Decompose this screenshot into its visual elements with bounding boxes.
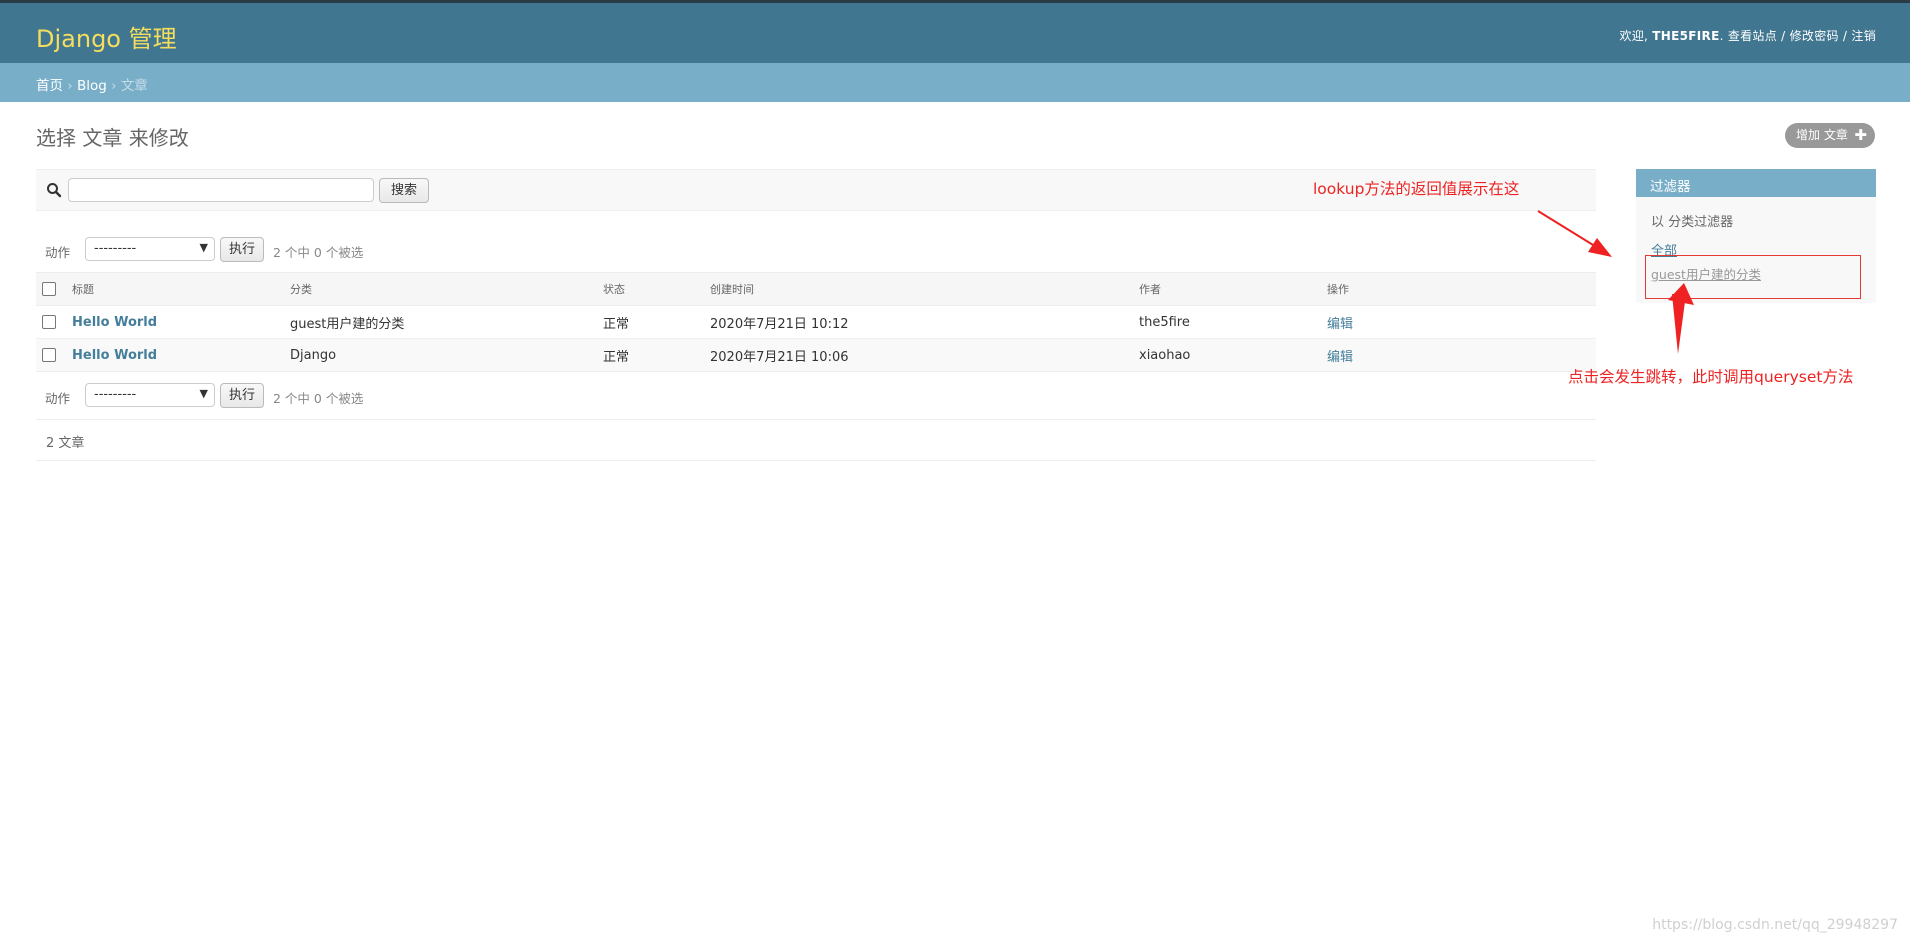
action-selected-option: --------- — [94, 387, 137, 402]
user-tools: 欢迎, THE5FIRE. 查看站点 / 修改密码 / 注销 — [1619, 29, 1876, 43]
edit-link[interactable]: 编辑 — [1327, 317, 1353, 332]
filter-subtitle: 以 分类过滤器 — [1651, 215, 1734, 230]
annotation-click-note: 点击会发生跳转，此时调用queryset方法 — [1568, 368, 1854, 386]
article-title-link[interactable]: Hello World — [72, 348, 157, 363]
column-header-operation: 操作 — [1321, 272, 1596, 306]
annotation-arrows — [1537, 210, 1694, 354]
results-table: 标题 分类 状态 创建时间 作者 操作 Hello World guest用户建… — [36, 272, 1596, 372]
actions-bar-bottom: 动作 --------- ▼ 执行 2 个中 0 个被选 — [36, 381, 1596, 411]
select-all-checkbox[interactable] — [42, 282, 56, 296]
welcome-text: 欢迎, — [1619, 29, 1649, 43]
column-header-category[interactable]: 分类 — [284, 272, 597, 306]
article-created: 2020年7月21日 10:06 — [704, 338, 1133, 372]
action-counter: 2 个中 0 个被选 — [273, 245, 364, 260]
annotation-highlight-box — [1645, 255, 1861, 299]
table-header-row: 标题 分类 状态 创建时间 作者 操作 — [36, 272, 1596, 306]
article-author: the5fire — [1133, 305, 1321, 339]
watermark: https://blog.csdn.net/qq_29948297 — [1652, 917, 1898, 933]
table-row: Hello World Django 正常 2020年7月21日 10:06 x… — [36, 338, 1596, 372]
chevron-down-icon: ▼ — [199, 387, 208, 400]
row-select-cell[interactable] — [36, 338, 66, 372]
table-row: Hello World guest用户建的分类 正常 2020年7月21日 10… — [36, 305, 1596, 339]
column-header-created[interactable]: 创建时间 — [704, 272, 1133, 306]
article-category: guest用户建的分类 — [284, 305, 597, 339]
annotation-lookup-note: lookup方法的返回值展示在这 — [1313, 180, 1520, 198]
header: Django 管理 欢迎, THE5FIRE. 查看站点 / 修改密码 / 注销 — [0, 0, 1910, 63]
action-label: 动作 — [45, 245, 71, 260]
article-title-link[interactable]: Hello World — [72, 315, 157, 330]
article-category: Django — [284, 338, 597, 372]
breadcrumb-home[interactable]: 首页 — [36, 78, 63, 94]
page-title: 选择 文章 来修改 — [36, 126, 189, 150]
action-counter: 2 个中 0 个被选 — [273, 391, 364, 406]
action-selected-option: --------- — [94, 241, 137, 256]
search-icon — [47, 183, 62, 198]
logout-link[interactable]: 注销 — [1851, 29, 1876, 43]
column-header-title[interactable]: 标题 — [66, 272, 284, 306]
breadcrumb-app[interactable]: Blog — [77, 78, 107, 94]
filter-title: 过滤器 — [1636, 169, 1876, 197]
username: THE5FIRE — [1652, 29, 1720, 43]
action-go-button[interactable]: 执行 — [220, 383, 264, 408]
plus-icon: ✚ — [1854, 126, 1867, 144]
edit-link[interactable]: 编辑 — [1327, 350, 1353, 365]
paginator: 2 文章 — [36, 419, 1596, 461]
view-site-link[interactable]: 查看站点 — [1728, 29, 1777, 43]
change-password-link[interactable]: 修改密码 — [1790, 29, 1839, 43]
search-button[interactable]: 搜索 — [379, 178, 429, 203]
search-input[interactable] — [68, 178, 374, 202]
article-author: xiaohao — [1133, 338, 1321, 372]
action-go-button[interactable]: 执行 — [220, 237, 264, 262]
action-label: 动作 — [45, 391, 71, 406]
separator: . — [1719, 29, 1724, 43]
action-select[interactable]: --------- ▼ — [85, 383, 215, 407]
chevron-down-icon: ▼ — [199, 241, 208, 254]
column-header-status[interactable]: 状态 — [597, 272, 704, 306]
article-status: 正常 — [597, 338, 704, 372]
actions-bar-top: 动作 --------- ▼ 执行 2 个中 0 个被选 — [36, 235, 1596, 265]
select-all-header[interactable] — [36, 272, 66, 306]
breadcrumb: 首页 › Blog › 文章 — [0, 63, 1910, 102]
add-article-button[interactable]: 增加 文章 ✚ — [1785, 123, 1875, 148]
column-header-author[interactable]: 作者 — [1133, 272, 1321, 306]
article-created: 2020年7月21日 10:12 — [704, 305, 1133, 339]
row-select-cell[interactable] — [36, 305, 66, 339]
site-branding[interactable]: Django 管理 — [36, 19, 177, 54]
row-checkbox[interactable] — [42, 348, 56, 362]
action-select[interactable]: --------- ▼ — [85, 237, 215, 261]
article-status: 正常 — [597, 305, 704, 339]
breadcrumb-current: 文章 — [120, 78, 148, 94]
add-article-label: 增加 文章 — [1796, 128, 1848, 142]
row-checkbox[interactable] — [42, 315, 56, 329]
